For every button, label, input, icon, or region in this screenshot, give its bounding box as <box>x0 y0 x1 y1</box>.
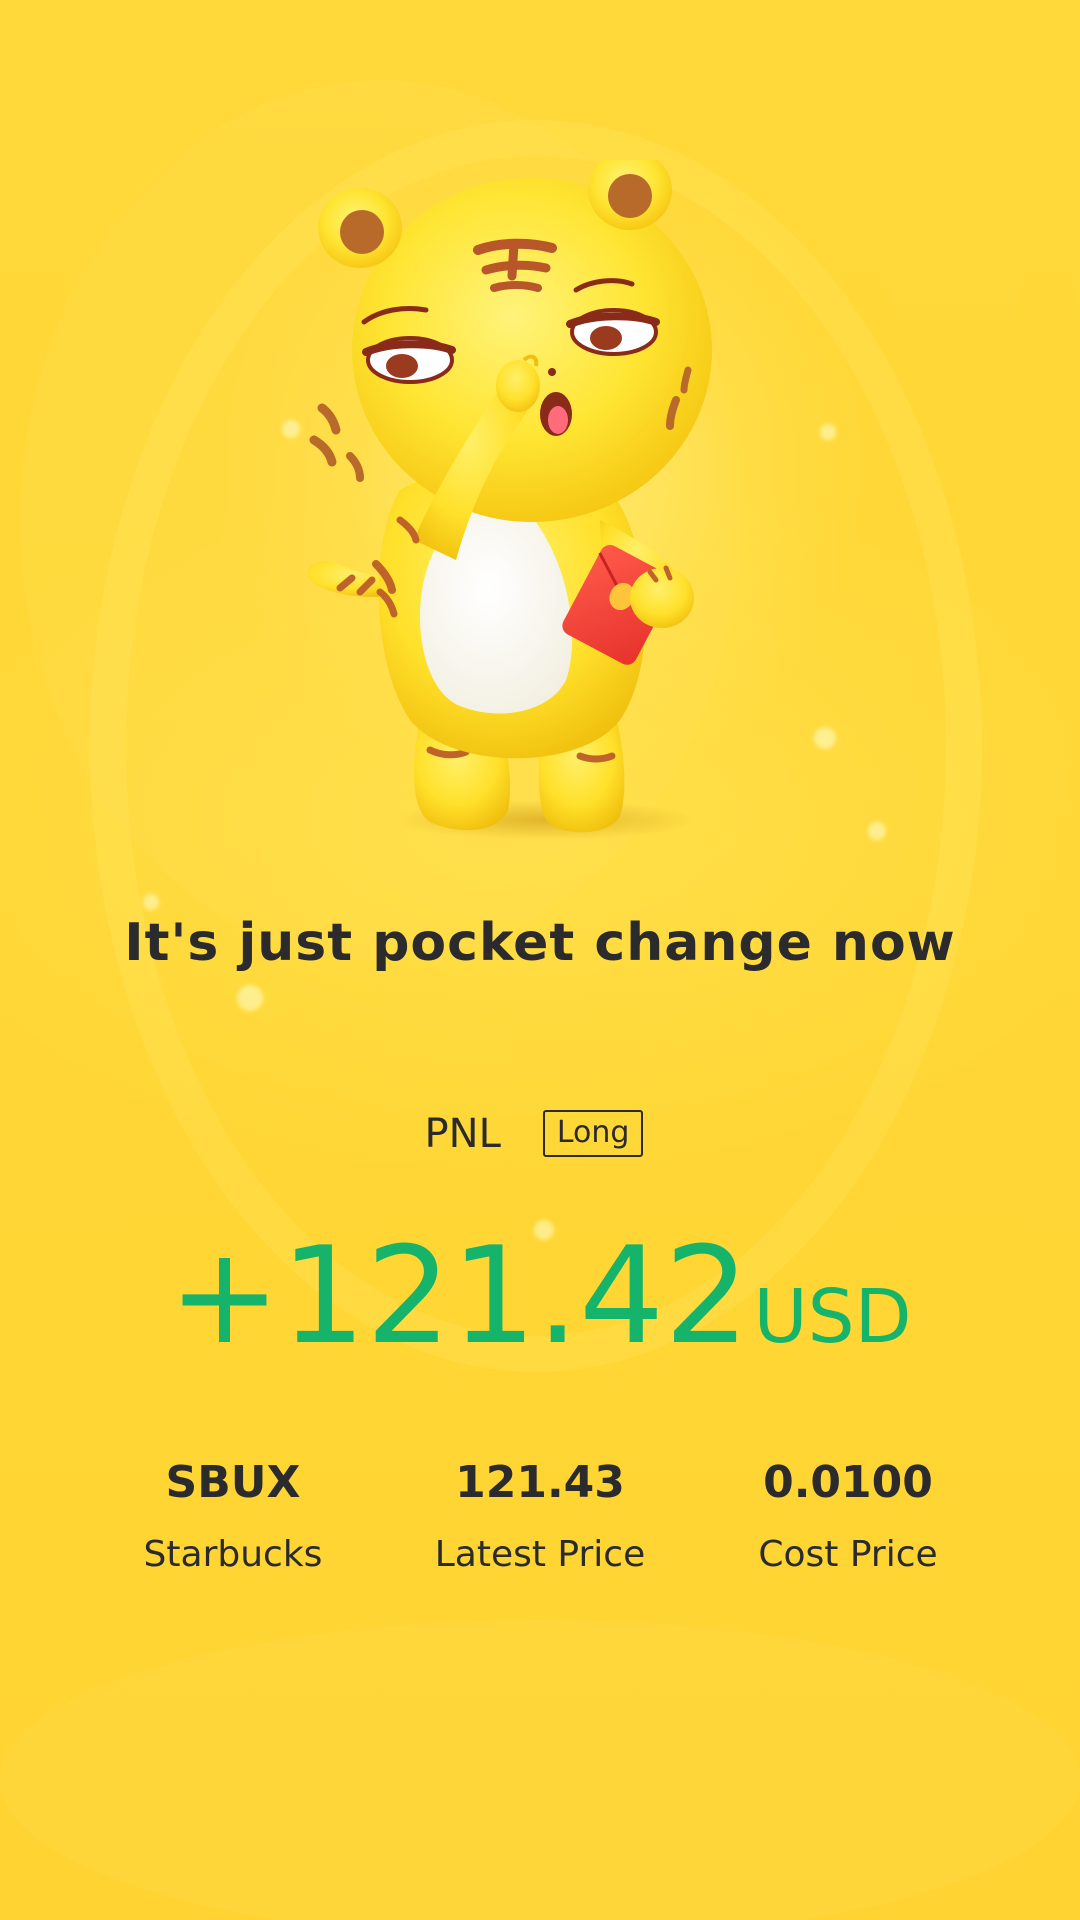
pnl-currency: USD <box>753 1274 912 1360</box>
latest-price-value: 121.43 <box>455 1457 625 1508</box>
latest-price-label: Latest Price <box>434 1534 646 1575</box>
stat-cost-price: 0.0100 Cost Price <box>688 1455 1008 1577</box>
stock-name: Starbucks <box>143 1534 323 1575</box>
pnl-amount: +121.42 <box>168 1218 750 1374</box>
pnl-label: PNL <box>424 1110 501 1157</box>
cost-price-value: 0.0100 <box>763 1457 933 1508</box>
position-direction-badge: Long <box>542 1110 644 1157</box>
sparkle-decoration <box>143 894 159 910</box>
sparkle-decoration <box>237 985 263 1011</box>
pnl-header: PNL Long <box>0 1110 1080 1157</box>
cost-price-label: Cost Price <box>758 1534 938 1575</box>
stat-symbol: SBUX Starbucks <box>73 1455 393 1577</box>
sparkle-decoration <box>868 822 886 840</box>
position-stats: SBUX Starbucks 121.43 Latest Price 0.010… <box>0 1455 1080 1595</box>
pnl-share-screen: It's just pocket change now PNL Long +12… <box>0 0 1080 1920</box>
pnl-value: +121.42USD <box>0 1218 1080 1374</box>
headline: It's just pocket change now <box>124 913 956 973</box>
sparkle-decoration <box>820 424 836 440</box>
sparkle-decoration <box>814 727 836 749</box>
background-swirl <box>0 1620 1080 1920</box>
stat-latest-price: 121.43 Latest Price <box>380 1455 700 1577</box>
tiger-mascot-illustration <box>280 160 800 850</box>
stock-symbol: SBUX <box>165 1457 301 1508</box>
